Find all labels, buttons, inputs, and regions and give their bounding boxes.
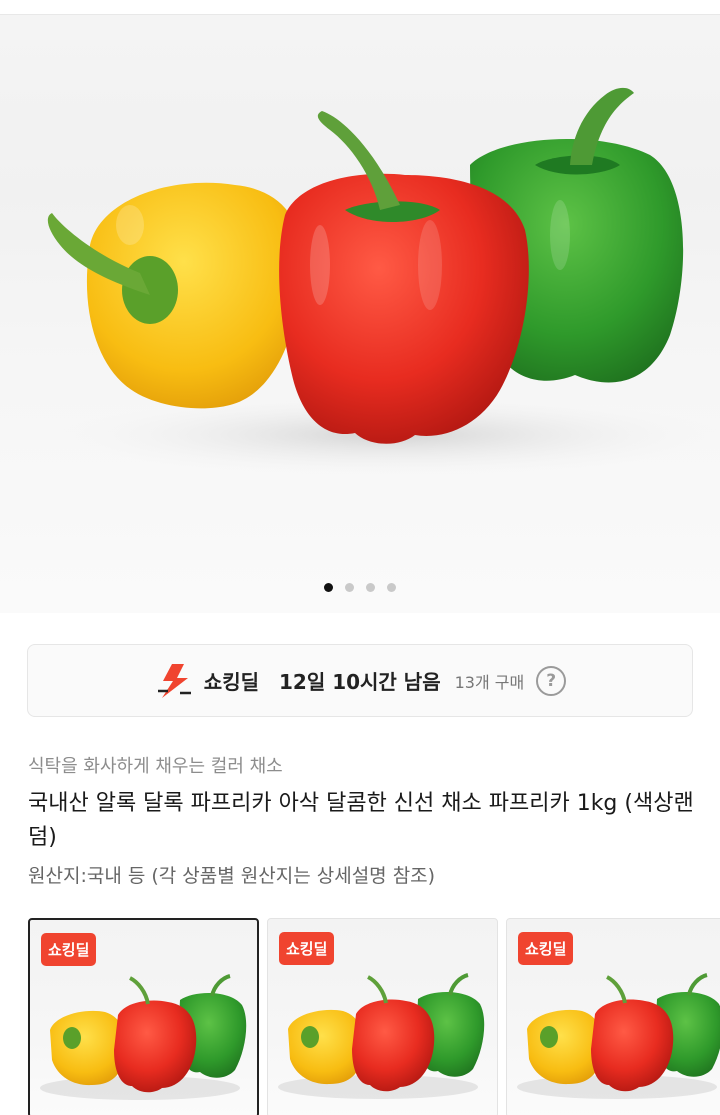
deal-time-remaining: 12일 10시간 남음 (279, 670, 441, 694)
deal-label: 쇼킹딜 (203, 670, 259, 694)
carousel-dot[interactable] (324, 583, 333, 592)
question-icon[interactable]: ? (536, 665, 567, 696)
option-thumbnail[interactable]: 쇼킹딜 (28, 918, 259, 1115)
product-origin: 원산지:국내 등 (각 상품별 원산지는 상세설명 참조) (28, 865, 436, 887)
lightning-bolt-icon (157, 663, 191, 698)
shocking-deal-banner: 쇼킹딜 12일 10시간 남음 13개 구매 ? (27, 644, 693, 717)
product-title: 국내산 알록 달록 파프리카 아삭 달콤한 신선 채소 파프리카 1kg (색상… (28, 791, 694, 850)
product-subtitle: 식탁을 화사하게 채우는 컬러 채소 (28, 756, 283, 777)
carousel-dot[interactable] (366, 583, 375, 592)
shocking-deal-badge: 쇼킹딜 (41, 933, 97, 966)
carousel-dot[interactable] (387, 583, 396, 592)
option-thumbnails: 쇼킹딜 쇼킹딜 쇼킹딜 (28, 918, 720, 1115)
shocking-deal-badge: 쇼킹딜 (518, 932, 574, 965)
product-image (47, 87, 720, 475)
carousel-indicator (0, 583, 720, 595)
shocking-deal-badge: 쇼킹딜 (279, 932, 335, 965)
purchase-count: 13개 구매 (454, 672, 525, 692)
product-image-carousel[interactable] (0, 15, 720, 613)
carousel-dot[interactable] (345, 583, 354, 592)
option-thumbnail[interactable]: 쇼킹딜 (267, 918, 498, 1115)
option-thumbnail[interactable]: 쇼킹딜 (506, 918, 720, 1115)
